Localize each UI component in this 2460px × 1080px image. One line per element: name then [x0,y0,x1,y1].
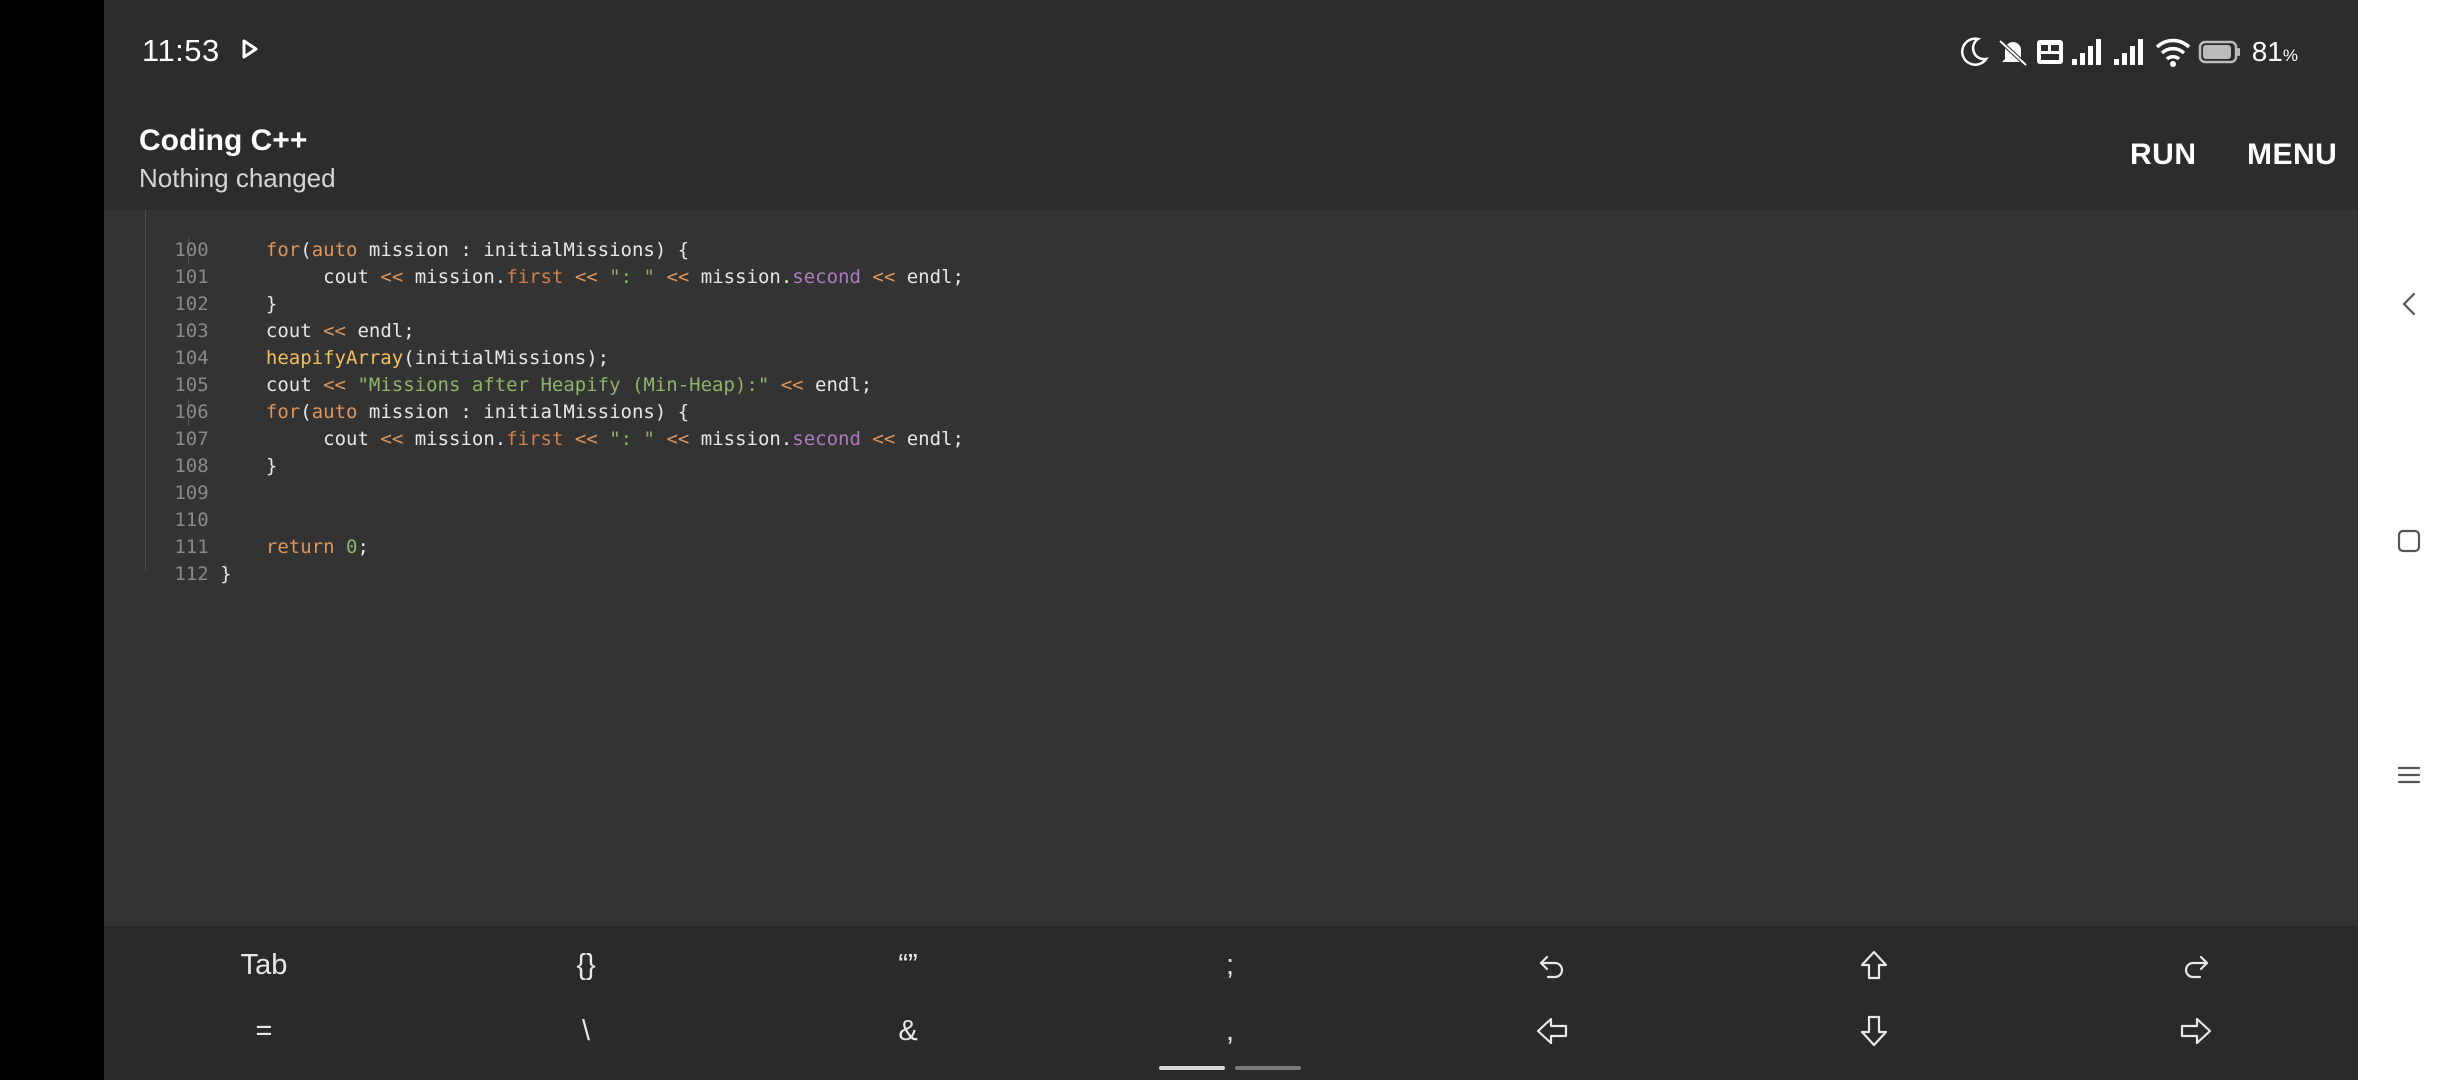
code-line: 107 cout << mission.first << ": " << mis… [104,399,964,450]
back-button[interactable] [2387,282,2431,326]
backslash-key[interactable]: \ [426,998,746,1064]
redo-icon [2184,955,2209,979]
code-line: 110 [104,480,208,531]
app-bar: Coding C++ Nothing changed RUN MENU [104,104,2358,210]
cursor-right-key[interactable] [2036,998,2356,1064]
code-line: 105 cout << "Missions after Heapify (Min… [104,345,872,396]
signal-icon [2113,39,2143,65]
shift-up-icon [1860,950,1888,980]
run-button[interactable]: RUN [2130,138,2197,172]
signal-icon [2071,39,2101,65]
cursor-down-key[interactable] [1714,998,2034,1064]
arrow-right-icon [2180,1017,2212,1045]
braces-key[interactable]: {} [426,932,746,998]
menu-lines-icon [2397,766,2421,784]
moon-icon [1960,37,1989,66]
keys-page-indicator [1235,1066,1301,1070]
tab-key[interactable]: Tab [104,932,424,998]
arrow-down-icon [1860,1015,1888,1047]
code-line: 104 heapifyArray(initialMissions); [104,318,609,369]
file-status: Nothing changed [139,163,336,193]
shift-key[interactable] [1714,932,2034,998]
back-chevron-icon [2402,292,2416,316]
code-line: 111 return 0; [104,507,369,558]
semicolon-key[interactable]: ; [1070,932,1390,998]
redo-key[interactable] [2036,932,2356,998]
code-line: 112 } [104,534,231,585]
battery-percent: 81% [2251,36,2298,67]
code-line: 102 } [104,264,277,315]
play-icon [242,39,258,59]
app-title: Coding C++ [139,124,308,157]
ampersand-key[interactable]: & [748,998,1068,1064]
battery-icon [2198,40,2240,64]
comma-key[interactable]: , [1070,998,1390,1064]
equals-key[interactable]: = [104,998,424,1064]
square-icon [2397,529,2421,553]
arrow-left-icon [1536,1017,1568,1045]
line-number: 112 [174,563,209,585]
volte-icon [2036,40,2063,64]
code-line: 100 for(auto mission : initialMissions) … [104,210,689,261]
code-line: 103 cout << endl; [104,291,414,342]
undo-icon [1539,955,1564,979]
app-screen: 11:53 81% Coding C++ Nothing changed RUN… [104,0,2358,1080]
quotes-key[interactable]: “” [748,932,1068,998]
extra-keys-bar: Tab {} “” ; = \ & , [104,926,2358,1080]
undo-key[interactable] [1392,932,1712,998]
home-button[interactable] [2387,519,2431,563]
status-icons: 81% [1956,28,2298,76]
cursor-left-key[interactable] [1392,998,1712,1064]
code-line: 109 [104,453,208,504]
mute-icon [1998,39,2028,67]
wifi-icon [2155,38,2190,67]
code-line: 106 for(auto mission : initialMissions) … [104,372,689,423]
recents-button[interactable] [2387,753,2431,797]
code-editor[interactable]: 100 for(auto mission : initialMissions) … [104,210,2358,926]
code-line: 108 } [104,426,277,477]
system-nav-panel [2358,0,2460,1080]
menu-button[interactable]: MENU [2247,138,2337,172]
status-bar: 11:53 81% [104,0,2358,104]
keys-page-indicator-active [1159,1066,1225,1070]
status-time: 11:53 [142,33,220,68]
keyword: return [265,536,335,558]
code-line: 101 cout << mission.first << ": " << mis… [104,237,964,288]
